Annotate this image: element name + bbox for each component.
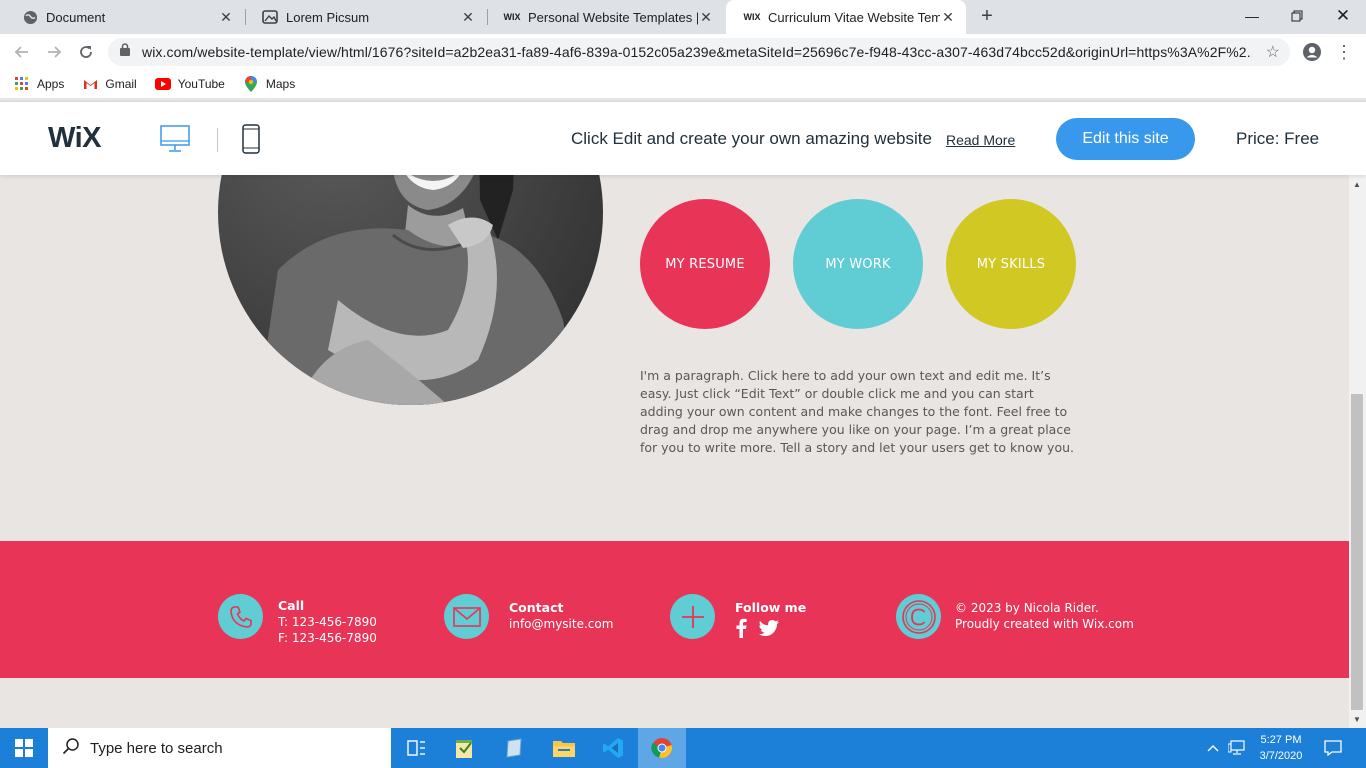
lock-icon [120,43,134,61]
restore-button[interactable] [1274,0,1320,32]
windows-start-icon[interactable] [0,728,48,768]
contact-email[interactable]: info@mysite.com [509,616,613,632]
back-arrow-icon[interactable] [10,40,34,64]
bookmark-maps[interactable]: Maps [243,76,295,92]
close-icon[interactable]: ✕ [460,9,476,26]
twitter-icon[interactable] [759,620,779,641]
tablet-app-icon[interactable] [490,728,538,768]
tab-label: Curriculum Vitae Website Templa [768,9,940,25]
bookmark-apps[interactable]: Apps [14,76,64,92]
bookmark-label: Gmail [105,77,137,91]
notifications-icon[interactable] [1320,728,1346,768]
scrollbar-thumb[interactable] [1351,394,1363,710]
bookmark-label: YouTube [177,77,225,91]
url-text: wix.com/website-template/view/html/1676?… [142,44,1252,60]
bookmark-label: Maps [265,77,296,91]
taskbar-search-box[interactable]: Type here to search [48,728,391,768]
call-title: Call [278,598,305,613]
follow-title: Follow me [735,600,807,615]
wix-cta-text: Click Edit and create your own amazing w… [571,129,932,148]
gmail-icon [82,76,98,92]
maps-icon [243,76,259,92]
price-label: Price: Free [1236,129,1320,148]
search-icon [62,737,80,760]
notepad-app-icon[interactable] [441,728,489,768]
tab-strip: Document ✕ Lorem Picsum ✕ WIX Personal W… [0,0,1366,34]
my-skills-button[interactable]: MY SKILLS [946,199,1076,329]
tab-label: Personal Website Templates | Por [528,9,698,25]
image-icon [262,9,278,25]
wix-credit-text: Proudly created with Wix.com [955,617,1134,631]
page-scrollbar[interactable]: ▲ ▼ [1349,175,1366,728]
file-explorer-icon[interactable] [540,728,588,768]
site-content: MY RESUME MY WORK MY SKILLS I'm a paragr… [0,175,1349,728]
windows-taskbar: Type here to search 5:27 PM 3/7/2020 [0,728,1366,768]
youtube-icon [154,76,171,92]
clock-time: 5:27 PM [1260,734,1302,746]
close-icon[interactable]: ✕ [218,9,234,26]
new-tab-button[interactable]: + [976,5,998,27]
facebook-icon[interactable] [735,618,747,643]
fax-number: F: 123-456-7890 [278,631,377,645]
minimize-button[interactable]: — [1229,0,1275,32]
vscode-icon[interactable] [589,728,637,768]
menu-kebab-icon[interactable]: ⋮ [1332,40,1356,64]
globe-icon [22,9,38,25]
close-window-button[interactable]: ✕ [1320,0,1366,32]
tray-chevron-up-icon[interactable] [1202,728,1224,768]
wix-logo[interactable]: WiX [48,122,102,155]
profile-icon[interactable] [1300,40,1324,64]
system-clock[interactable]: 5:27 PM 3/7/2020 [1248,732,1314,764]
intro-paragraph: I'm a paragraph. Click here to add your … [640,368,1075,455]
tab-lorem-picsum[interactable]: Lorem Picsum ✕ [244,0,486,34]
search-placeholder: Type here to search [90,739,223,757]
bookmark-label: Apps [37,77,65,91]
wix-preview-bar: WiX Click Edit and create your own amazi… [0,102,1366,175]
wix-icon: WIX [503,12,521,22]
tab-personal-templates[interactable]: WIX Personal Website Templates | Por ✕ [486,0,724,34]
edit-site-button[interactable]: Edit this site [1056,118,1195,160]
scroll-up-arrow-icon[interactable]: ▲ [1353,180,1361,189]
my-resume-button[interactable]: MY RESUME [640,199,770,329]
bookmark-gmail[interactable]: Gmail [82,76,137,92]
chrome-app-icon[interactable] [638,728,686,768]
my-work-button[interactable]: MY WORK [793,199,923,329]
bookmark-star-icon[interactable]: ☆ [1266,42,1280,62]
mobile-view-icon[interactable] [242,124,260,159]
contact-title: Contact [509,600,564,615]
bookmarks-bar: Apps Gmail YouTube Maps [0,70,1366,98]
close-icon[interactable]: ✕ [940,9,956,26]
read-more-link[interactable]: Read More [946,132,1015,148]
site-footer: Call T: 123-456-7890 F: 123-456-7890 Con… [0,541,1349,678]
wix-icon: WIX [743,12,761,22]
tab-document[interactable]: Document ✕ [4,0,244,34]
close-icon[interactable]: ✕ [698,9,714,26]
mail-icon [444,594,489,639]
address-bar[interactable]: wix.com/website-template/view/html/1676?… [108,38,1290,66]
browser-toolbar: wix.com/website-template/view/html/1676?… [0,34,1366,70]
reload-icon[interactable] [74,40,98,64]
copyright-text: © 2023 by Nicola Rider. [955,601,1099,615]
bookmark-youtube[interactable]: YouTube [154,76,225,92]
tab-label: Lorem Picsum [286,9,370,25]
network-icon[interactable] [1226,728,1248,768]
plus-icon [670,594,715,639]
phone-icon [218,594,263,639]
desktop-view-icon[interactable] [160,125,190,158]
forward-arrow-icon[interactable] [42,40,66,64]
portrait-photo [218,175,603,405]
device-separator [217,128,218,152]
tab-label: Document [46,9,106,25]
apps-grid-icon [14,76,30,92]
clock-date: 3/7/2020 [1259,750,1303,762]
copyright-icon [896,594,941,639]
tab-curriculum-vitae[interactable]: WIX Curriculum Vitae Website Templa ✕ [726,0,966,34]
phone-number: T: 123-456-7890 [278,615,377,629]
scroll-down-arrow-icon[interactable]: ▼ [1353,715,1361,724]
task-view-icon[interactable] [392,728,440,768]
